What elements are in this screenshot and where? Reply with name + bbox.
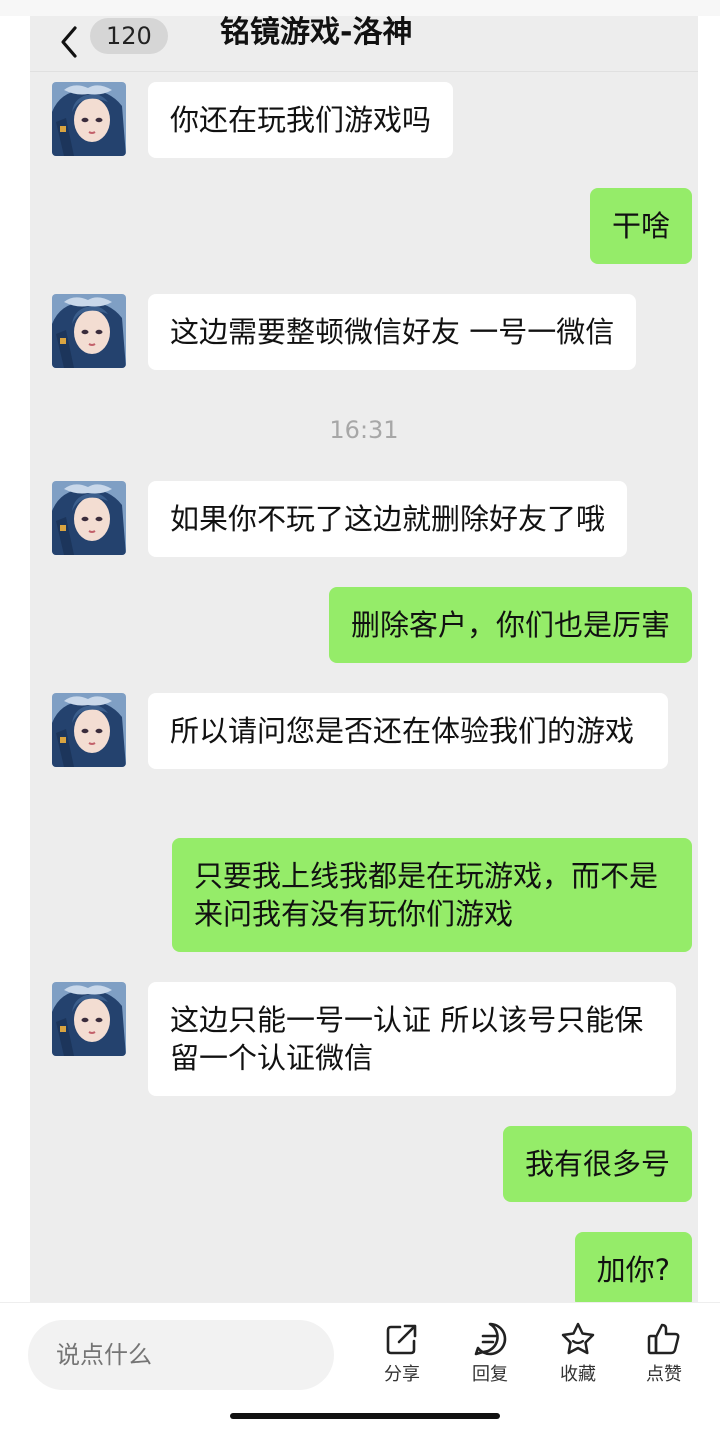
like-button[interactable]: 点赞 (628, 1321, 700, 1391)
chevron-left-icon (61, 26, 77, 58)
contact-avatar[interactable] (52, 693, 126, 767)
message-bubble-incoming[interactable]: 你还在玩我们游戏吗 (148, 82, 454, 158)
message-bubble-incoming[interactable]: 这边只能一号一认证 所以该号只能保留一个认证微信 (148, 982, 676, 1096)
contact-avatar[interactable] (52, 82, 126, 156)
contact-avatar[interactable] (52, 481, 126, 555)
contact-avatar[interactable] (52, 294, 126, 368)
message-bubble-outgoing[interactable]: 我有很多号 (502, 1126, 692, 1202)
thumbs-up-icon (647, 1323, 680, 1355)
reply-label: 回复 (472, 1364, 508, 1385)
share-label: 分享 (384, 1364, 420, 1385)
message-bubble-outgoing[interactable]: 干啥 (589, 188, 692, 264)
reply-icon (474, 1322, 507, 1356)
message-bubble-outgoing[interactable]: 删除客户，你们也是厉害 (328, 587, 692, 663)
share-button[interactable]: 分享 (366, 1321, 438, 1391)
avatar-image (52, 693, 126, 767)
comment-toolbar: 分享 回复 收藏 点赞 (0, 1302, 720, 1431)
message-bubble-outgoing[interactable]: 只要我上线我都是在玩游戏，而不是来问我有没有玩你们游戏 (172, 838, 692, 952)
star-icon (561, 1322, 595, 1355)
avatar-image (52, 294, 126, 368)
message-bubble-incoming[interactable]: 所以请问您是否还在体验我们的游戏 (148, 693, 668, 769)
top-strip (0, 0, 720, 16)
favorite-button[interactable]: 收藏 (542, 1321, 614, 1391)
avatar-image (52, 82, 126, 156)
page-margin-left (0, 0, 30, 1431)
page-margin-right (698, 0, 720, 1431)
favorite-label: 收藏 (560, 1364, 596, 1385)
comment-input[interactable] (28, 1320, 334, 1390)
share-icon (386, 1324, 417, 1355)
reply-button[interactable]: 回复 (454, 1321, 526, 1391)
chat-title-bar: 120 铭镜游戏-洛神 (30, 16, 698, 72)
chat-title: 铭镜游戏-洛神 (220, 15, 413, 50)
like-label: 点赞 (646, 1364, 682, 1385)
avatar-image (52, 481, 126, 555)
avatar-image (52, 982, 126, 1056)
back-button[interactable] (58, 24, 80, 60)
message-timestamp: 16:31 (329, 416, 399, 444)
message-bubble-outgoing[interactable]: 加你? (574, 1232, 692, 1302)
message-bubble-incoming[interactable]: 如果你不玩了这边就删除好友了哦 (148, 481, 628, 557)
unread-count-badge: 120 (90, 18, 168, 54)
contact-avatar[interactable] (52, 982, 126, 1056)
message-bubble-incoming[interactable]: 这边需要整顿微信好友 一号一微信 (148, 294, 637, 370)
home-indicator (230, 1413, 500, 1419)
chat-screenshot: 120 铭镜游戏-洛神 你还在玩我们游戏吗 干啥 这边需要整顿微信好友 一号一微… (30, 0, 698, 1302)
